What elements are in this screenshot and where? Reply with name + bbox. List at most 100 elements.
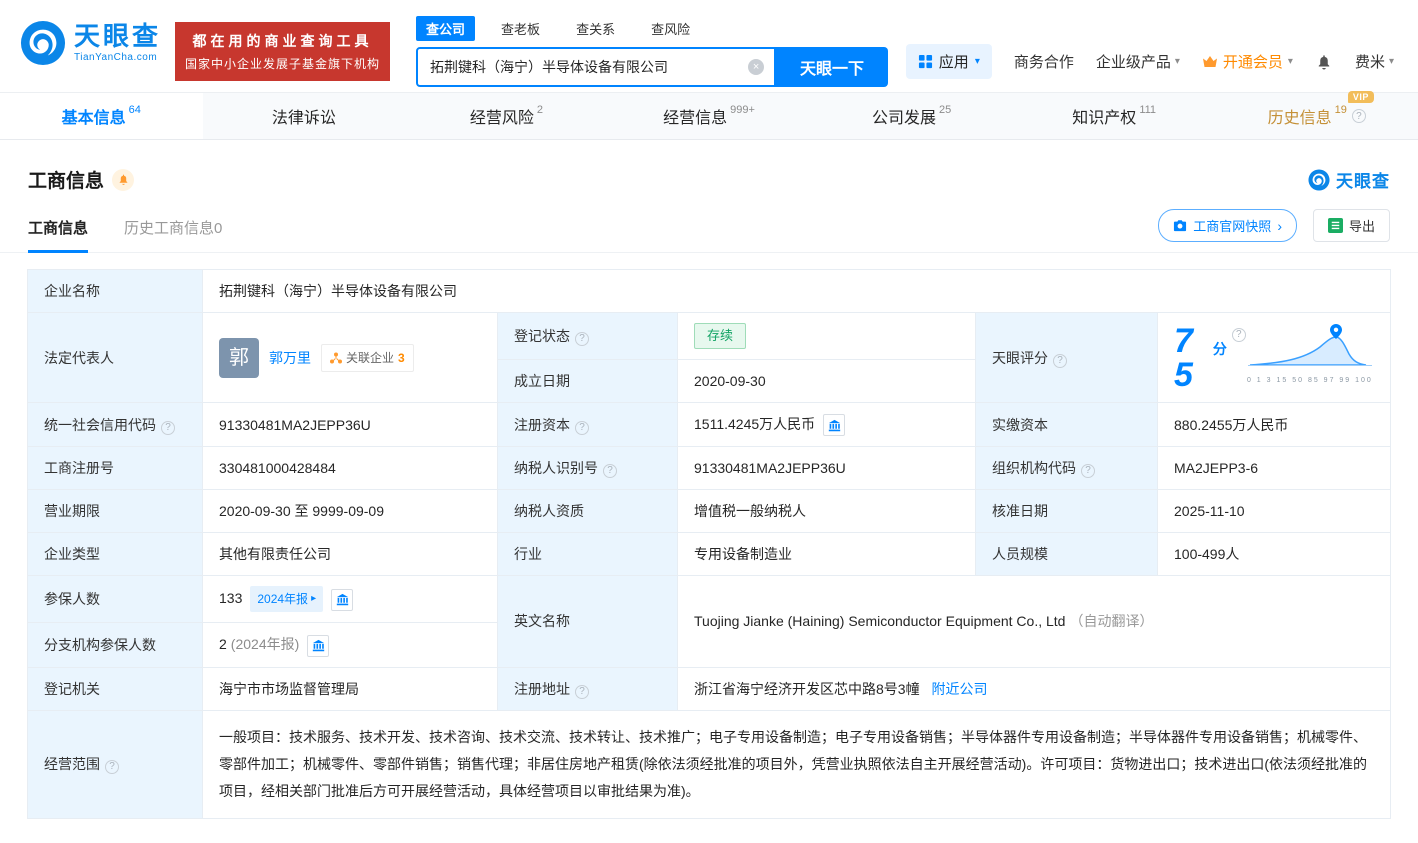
legal-rep-link[interactable]: 郭万里 bbox=[269, 347, 311, 369]
tab-label: 法律诉讼 bbox=[271, 110, 336, 127]
banner-line2: 国家中小企业发展子基金旗下机构 bbox=[185, 57, 381, 71]
score-axis-labels: 0 1 3 15 50 85 97 99 100 bbox=[1246, 377, 1373, 384]
user-name: 费米 bbox=[1354, 54, 1385, 71]
subtab-history-business-registration[interactable]: 历史工商信息0 bbox=[124, 209, 222, 252]
search-area: 查公司 查老板 查关系 查风险 × 天眼一下 bbox=[416, 16, 889, 87]
insured-detail-button[interactable] bbox=[331, 588, 354, 611]
tianyancha-logo[interactable]: 天眼查 TianYanCha.com bbox=[20, 20, 161, 66]
subscribe-bell-icon[interactable] bbox=[112, 168, 135, 191]
table-row: 企业名称 拓荆键科（海宁）半导体设备有限公司 bbox=[27, 269, 1391, 313]
field-value-org-code: MA2JEPP3-6 bbox=[1157, 446, 1391, 491]
section-title: 工商信息 bbox=[28, 171, 105, 192]
tab-legal-litigation[interactable]: 法律诉讼 bbox=[203, 93, 406, 139]
tab-operating-risk[interactable]: 经营风险 2 bbox=[405, 93, 608, 139]
tab-label: 基本信息 bbox=[61, 110, 126, 127]
search-tabs: 查公司 查老板 查关系 查风险 bbox=[416, 16, 888, 41]
branch-insured-detail-button[interactable] bbox=[307, 634, 330, 657]
field-label-text: 纳税人识别号 bbox=[514, 460, 598, 477]
capital-detail-button[interactable] bbox=[823, 414, 846, 437]
clear-icon[interactable]: × bbox=[748, 59, 765, 75]
search-tab-relation[interactable]: 查关系 bbox=[566, 16, 625, 41]
english-name-text: Tuojing Jianke (Haining) Semiconductor E… bbox=[694, 613, 1066, 630]
annual-report-link[interactable]: 2024年报 ▸ bbox=[250, 586, 324, 613]
related-companies-label: 关联企业 bbox=[346, 350, 395, 365]
help-icon[interactable]: ? bbox=[1351, 109, 1366, 123]
bank-icon bbox=[336, 593, 348, 606]
search-button[interactable]: 天眼一下 bbox=[776, 47, 889, 87]
help-icon[interactable]: ? bbox=[161, 420, 175, 435]
tab-count: 25 bbox=[938, 104, 952, 116]
watermark-brand-text: 天眼查 bbox=[1336, 172, 1390, 191]
related-companies-icon bbox=[330, 352, 342, 363]
tab-count: 2 bbox=[536, 104, 544, 116]
search-tab-boss[interactable]: 查老板 bbox=[491, 16, 550, 41]
field-value-company-type: 其他有限责任公司 bbox=[202, 532, 498, 577]
company-nav-tabs: 基本信息 64 法律诉讼 经营风险 2 经营信息 999+ 公司发展 25 知识… bbox=[0, 91, 1418, 140]
tab-label: 经营风险 bbox=[469, 110, 534, 127]
field-label-staff-size: 人员规模 bbox=[975, 532, 1158, 577]
related-companies-count: 3 bbox=[398, 350, 405, 365]
tab-basic-info[interactable]: 基本信息 64 bbox=[0, 93, 203, 139]
section-header: 工商信息 天眼查 bbox=[0, 140, 1418, 197]
help-icon[interactable]: ? bbox=[575, 420, 589, 435]
help-icon[interactable]: ? bbox=[1231, 327, 1246, 342]
tab-intellectual-property[interactable]: 知识产权 111 bbox=[1013, 93, 1216, 139]
field-label-org-code: 组织机构代码? bbox=[975, 446, 1158, 491]
field-label-taxpayer-quality: 纳税人资质 bbox=[497, 489, 678, 534]
vip-upgrade-menu[interactable]: 开通会员 ▾ bbox=[1202, 51, 1293, 72]
business-cooperation-link[interactable]: 商务合作 bbox=[1014, 51, 1074, 72]
field-value-branch-insured: 2 (2024年报) bbox=[202, 622, 498, 668]
related-companies-badge[interactable]: 关联企业 3 bbox=[321, 343, 414, 372]
chevron-down-icon: ▾ bbox=[1174, 56, 1180, 67]
tab-company-development[interactable]: 公司发展 25 bbox=[810, 93, 1013, 139]
status-badge: 存续 bbox=[694, 323, 747, 349]
apps-menu[interactable]: 应用 ▾ bbox=[905, 44, 992, 79]
branch-report-note: (2024年报) bbox=[230, 636, 300, 653]
help-icon[interactable]: ? bbox=[575, 684, 589, 699]
help-icon[interactable]: ? bbox=[1081, 464, 1095, 479]
tab-history-info[interactable]: VIP 历史信息 19 ? bbox=[1215, 91, 1418, 139]
table-row: 营业期限 2020-09-30 至 9999-09-09 纳税人资质 增值税一般… bbox=[27, 489, 1391, 534]
watermark-logo: 天眼查 bbox=[1308, 167, 1390, 192]
reg-capital-text: 1511.4245万人民币 bbox=[694, 416, 816, 432]
notifications-bell-icon[interactable] bbox=[1315, 53, 1333, 71]
vip-upgrade-label: 开通会员 bbox=[1222, 54, 1283, 71]
snapshot-camera-icon bbox=[1174, 220, 1187, 232]
subtab-business-registration[interactable]: 工商信息 bbox=[28, 209, 89, 253]
bank-icon bbox=[828, 419, 840, 431]
search-tab-company[interactable]: 查公司 bbox=[416, 16, 476, 41]
nearby-companies-link[interactable]: 附近公司 bbox=[931, 681, 987, 697]
tab-label: 知识产权 bbox=[1072, 110, 1137, 127]
snapshot-button-label: 工商官网快照 bbox=[1193, 219, 1272, 234]
field-label-text: 组织机构代码 bbox=[992, 460, 1076, 477]
tab-label: 经营信息 bbox=[663, 110, 728, 127]
user-menu[interactable]: 费米 ▾ bbox=[1355, 51, 1394, 72]
help-icon[interactable]: ? bbox=[575, 332, 589, 346]
arrow-right-icon: › bbox=[1277, 217, 1282, 234]
enterprise-products-menu[interactable]: 企业级产品 ▾ bbox=[1096, 51, 1180, 72]
field-value-company-name: 拓荆键科（海宁）半导体设备有限公司 bbox=[202, 269, 1391, 313]
field-label-company-name: 企业名称 bbox=[27, 269, 203, 313]
table-row: 法定代表人 郭 郭万里 关联企业 3 登记状态? 存续 天眼评分 ? 75 分 … bbox=[27, 312, 1391, 403]
help-icon[interactable]: ? bbox=[603, 464, 617, 479]
help-icon[interactable]: ? bbox=[105, 760, 119, 775]
search-tab-risk[interactable]: 查风险 bbox=[641, 16, 700, 41]
arrow-right-icon: ▸ bbox=[311, 593, 317, 605]
vip-badge: VIP bbox=[1347, 91, 1374, 103]
search-input[interactable] bbox=[428, 58, 749, 76]
legal-rep-avatar[interactable]: 郭 bbox=[219, 337, 259, 378]
field-value-approval-date: 2025-11-10 bbox=[1157, 489, 1391, 534]
field-label-reg-capital: 注册资本? bbox=[497, 401, 678, 448]
field-value-established: 2020-09-30 bbox=[677, 359, 976, 403]
tianyancha-logo-icon bbox=[1308, 168, 1330, 191]
tab-count: 19 bbox=[1334, 104, 1347, 116]
field-label-text: 登记状态 bbox=[514, 328, 570, 344]
field-value-english-name: Tuojing Jianke (Haining) Semiconductor E… bbox=[677, 575, 1391, 668]
export-button[interactable]: 导出 bbox=[1312, 209, 1390, 242]
tab-business-info[interactable]: 经营信息 999+ bbox=[608, 93, 811, 139]
brand-domain: TianYanCha.com bbox=[74, 52, 158, 63]
help-icon[interactable]: ? bbox=[1053, 353, 1067, 368]
score-number: 75 bbox=[1174, 321, 1193, 394]
official-snapshot-button[interactable]: 工商官网快照 › bbox=[1158, 209, 1297, 242]
field-value-industry: 专用设备制造业 bbox=[677, 532, 976, 577]
